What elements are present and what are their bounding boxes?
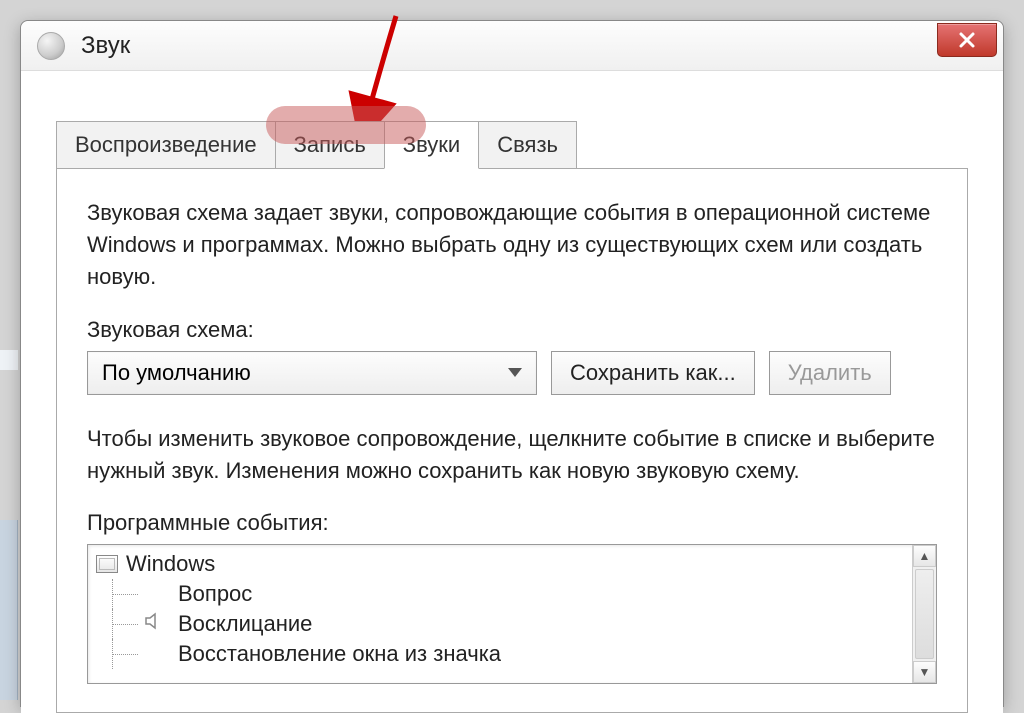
- chevron-down-icon: [508, 368, 522, 377]
- tree-connector: [112, 594, 138, 595]
- tab-bar: Воспроизведение Запись Звуки Связь: [56, 121, 968, 169]
- tree-item[interactable]: Восклицание: [88, 609, 936, 639]
- tab-sounds[interactable]: Звуки: [384, 121, 479, 169]
- events-label: Программные события:: [87, 510, 937, 536]
- background-fragment: [0, 350, 18, 370]
- close-icon: [958, 31, 976, 49]
- tree-item-label: Вопрос: [178, 581, 252, 607]
- sound-icon: [37, 32, 65, 60]
- sound-dialog-window: Звук Воспроизведение Запись Звуки Связь …: [20, 20, 1004, 707]
- content-area: Воспроизведение Запись Звуки Связь Звуко…: [21, 71, 1003, 713]
- titlebar: Звук: [21, 21, 1003, 71]
- tab-playback[interactable]: Воспроизведение: [56, 121, 276, 168]
- save-as-button[interactable]: Сохранить как...: [551, 351, 755, 395]
- scheme-dropdown-value: По умолчанию: [102, 360, 251, 386]
- tree-content: Windows Вопрос Восклицание: [88, 545, 936, 673]
- speaker-icon: [144, 612, 168, 636]
- tree-connector: [112, 624, 138, 625]
- windows-icon: [96, 555, 118, 573]
- scrollbar[interactable]: ▲ ▼: [912, 545, 936, 683]
- scheme-dropdown[interactable]: По умолчанию: [87, 351, 537, 395]
- background-fragment: [0, 520, 18, 700]
- tree-item-label: Восстановление окна из значка: [178, 641, 501, 667]
- tree-item-label: Восклицание: [178, 611, 312, 637]
- tree-item[interactable]: Восстановление окна из значка: [88, 639, 936, 669]
- scheme-label: Звуковая схема:: [87, 317, 937, 343]
- events-treeview[interactable]: Windows Вопрос Восклицание: [87, 544, 937, 684]
- delete-button: Удалить: [769, 351, 891, 395]
- sounds-panel: Звуковая схема задает звуки, сопровождаю…: [56, 169, 968, 713]
- scroll-thumb[interactable]: [915, 569, 934, 659]
- scheme-description: Звуковая схема задает звуки, сопровождаю…: [87, 197, 937, 293]
- tab-recording[interactable]: Запись: [275, 121, 385, 168]
- tree-root-label: Windows: [126, 551, 215, 577]
- scroll-down-button[interactable]: ▼: [913, 661, 936, 683]
- tree-connector: [112, 654, 138, 655]
- events-description: Чтобы изменить звуковое сопровождение, щ…: [87, 423, 937, 487]
- close-button[interactable]: [937, 23, 997, 57]
- scheme-controls-row: По умолчанию Сохранить как... Удалить: [87, 351, 937, 395]
- window-title: Звук: [81, 32, 130, 60]
- tree-root-item[interactable]: Windows: [88, 549, 936, 579]
- scroll-up-button[interactable]: ▲: [913, 545, 936, 567]
- tree-item[interactable]: Вопрос: [88, 579, 936, 609]
- tab-communications[interactable]: Связь: [478, 121, 577, 168]
